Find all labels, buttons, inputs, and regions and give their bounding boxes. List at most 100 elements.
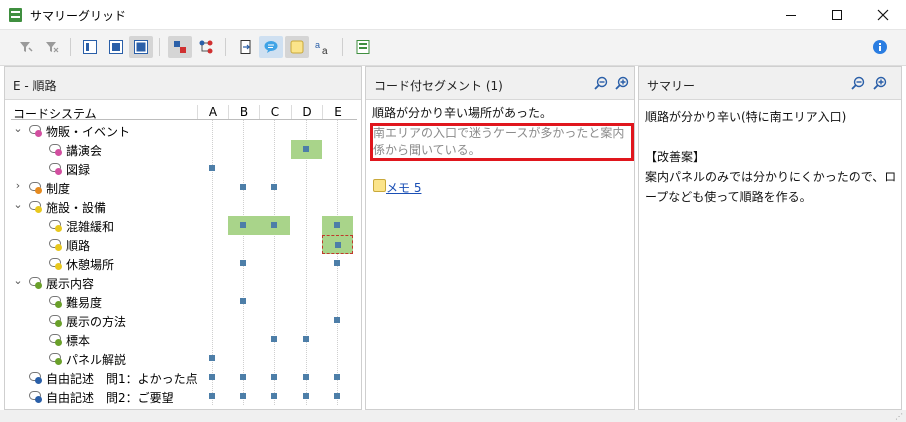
code-label: 順路 <box>66 239 91 253</box>
layout-full-button[interactable] <box>129 36 153 58</box>
coded-segment-marker <box>209 393 215 399</box>
matrix-cell[interactable] <box>197 349 228 368</box>
code-branch-icon <box>199 40 213 54</box>
info-button[interactable] <box>868 36 892 58</box>
collapse-icon[interactable]: ⌄ <box>13 275 23 287</box>
expand-icon[interactable]: › <box>13 180 23 192</box>
matrix-cell[interactable] <box>228 178 259 197</box>
matrix-cell[interactable] <box>197 387 228 406</box>
zoom-out-button[interactable] <box>851 76 865 90</box>
matrix-cell[interactable] <box>259 387 290 406</box>
info-icon <box>873 40 887 54</box>
matrix-cell[interactable] <box>228 216 259 235</box>
filter-button[interactable] <box>14 36 38 58</box>
maximize-icon <box>832 10 842 20</box>
toolbar: aa <box>0 30 906 66</box>
matrix-cell[interactable] <box>322 368 353 387</box>
coded-segment-marker <box>271 222 277 228</box>
code-label: パネル解説 <box>66 353 127 367</box>
memo-link[interactable]: メモ 5 <box>386 179 421 196</box>
coded-segment-marker <box>271 184 277 190</box>
matrix-cell[interactable] <box>322 216 353 235</box>
panel-header: コード付セグメント (1) <box>366 67 634 100</box>
code-row[interactable]: ⌄ 施設・設備 <box>11 197 357 216</box>
code-matrix-panel: E - 順路 コードシステム ABCDE ⌄ 物販・イベント 講演会 図録 › 制度 ⌄ 施設… <box>4 66 362 410</box>
matrix-cell[interactable] <box>228 368 259 387</box>
code-row[interactable]: 講演会 <box>11 140 357 159</box>
matrix-cell[interactable] <box>259 368 290 387</box>
minimize-button[interactable] <box>768 0 814 30</box>
collapse-icon[interactable]: ⌄ <box>13 199 23 211</box>
matrix-cell[interactable] <box>291 368 322 387</box>
coded-segment-marker <box>303 374 309 380</box>
code-relations-button[interactable] <box>168 36 192 58</box>
matrix-cell[interactable] <box>322 311 353 330</box>
zoom-in-button[interactable] <box>873 76 887 90</box>
code-branch-button[interactable] <box>194 36 218 58</box>
maximize-button[interactable] <box>814 0 860 30</box>
comment-button[interactable] <box>259 36 283 58</box>
code-row[interactable]: 休憩場所 <box>11 254 357 273</box>
memo-button[interactable] <box>285 36 309 58</box>
matrix-cell[interactable] <box>291 330 322 349</box>
matrix-cell[interactable] <box>291 140 322 159</box>
code-row[interactable]: 難易度 <box>11 292 357 311</box>
zoom-in-button[interactable] <box>615 76 629 90</box>
code-row[interactable]: 展示の方法 <box>11 311 357 330</box>
coded-segment-marker <box>303 336 309 342</box>
matrix-cell[interactable] <box>322 387 353 406</box>
collapse-icon[interactable]: ⌄ <box>13 123 23 135</box>
code-row[interactable]: 自由記述 問1：よかった点 <box>11 368 357 387</box>
matrix-cell[interactable] <box>228 387 259 406</box>
selected-matrix-cell[interactable] <box>322 235 353 254</box>
code-row[interactable]: 標本 <box>11 330 357 349</box>
matrix-header: コードシステム ABCDE <box>11 104 357 121</box>
matrix-cell[interactable] <box>291 387 322 406</box>
matrix-cell[interactable] <box>259 178 290 197</box>
code-label: 自由記述 問2：ご要望 <box>46 391 174 405</box>
coded-segment-marker <box>240 222 246 228</box>
matrix-cell[interactable] <box>228 254 259 273</box>
matrix-cell[interactable] <box>197 368 228 387</box>
matrix-cell[interactable] <box>197 159 228 178</box>
code-row[interactable]: 図録 <box>11 159 357 178</box>
code-label: 物販・イベント <box>46 125 131 139</box>
export-button[interactable] <box>234 36 258 58</box>
summary-table-button[interactable] <box>351 36 375 58</box>
matrix-cell[interactable] <box>259 216 290 235</box>
close-button[interactable] <box>860 0 906 30</box>
minimize-icon <box>786 14 796 16</box>
resize-grip-icon[interactable]: ⋰ <box>895 412 903 421</box>
column-header[interactable]: D <box>291 105 322 119</box>
code-row[interactable]: ⌄ 展示内容 <box>11 273 357 292</box>
coded-segment-marker <box>334 260 340 266</box>
code-row[interactable]: 順路 <box>11 235 357 254</box>
toolbar-separator <box>225 38 226 56</box>
segment-text: 順路が分かり辛い場所があった。 <box>372 106 553 120</box>
code-row[interactable]: 混雑緩和 <box>11 216 357 235</box>
matrix-cell[interactable] <box>228 292 259 311</box>
column-header[interactable]: B <box>228 105 259 119</box>
code-row[interactable]: › 制度 <box>11 178 357 197</box>
font-size-button[interactable]: aa <box>311 36 335 58</box>
matrix-cell[interactable] <box>322 254 353 273</box>
code-row[interactable]: パネル解説 <box>11 349 357 368</box>
column-header[interactable]: C <box>259 105 290 119</box>
svg-text:a: a <box>322 46 328 55</box>
matrix-cell[interactable] <box>259 330 290 349</box>
layout-center-button[interactable] <box>104 36 128 58</box>
zoom-out-button[interactable] <box>594 76 608 90</box>
summary-text[interactable]: 順路が分かり辛い(特に南エリア入口) 【改善案】 案内パネルのみでは分かりにくか… <box>645 107 899 207</box>
code-row[interactable]: ⌄ 物販・イベント <box>11 121 357 140</box>
code-label: 制度 <box>46 182 71 196</box>
code-color-dot <box>35 206 42 213</box>
layout-left-button[interactable] <box>78 36 102 58</box>
column-header[interactable]: A <box>197 105 228 119</box>
status-bar: ⋰ <box>0 410 906 422</box>
column-header[interactable]: E <box>322 105 353 119</box>
code-row[interactable]: 自由記述 問2：ご要望 <box>11 387 357 406</box>
coded-segment-marker <box>334 222 340 228</box>
filter-clear-button[interactable] <box>40 36 64 58</box>
panel-header: サマリー <box>639 67 901 100</box>
memo-icon <box>373 179 386 192</box>
